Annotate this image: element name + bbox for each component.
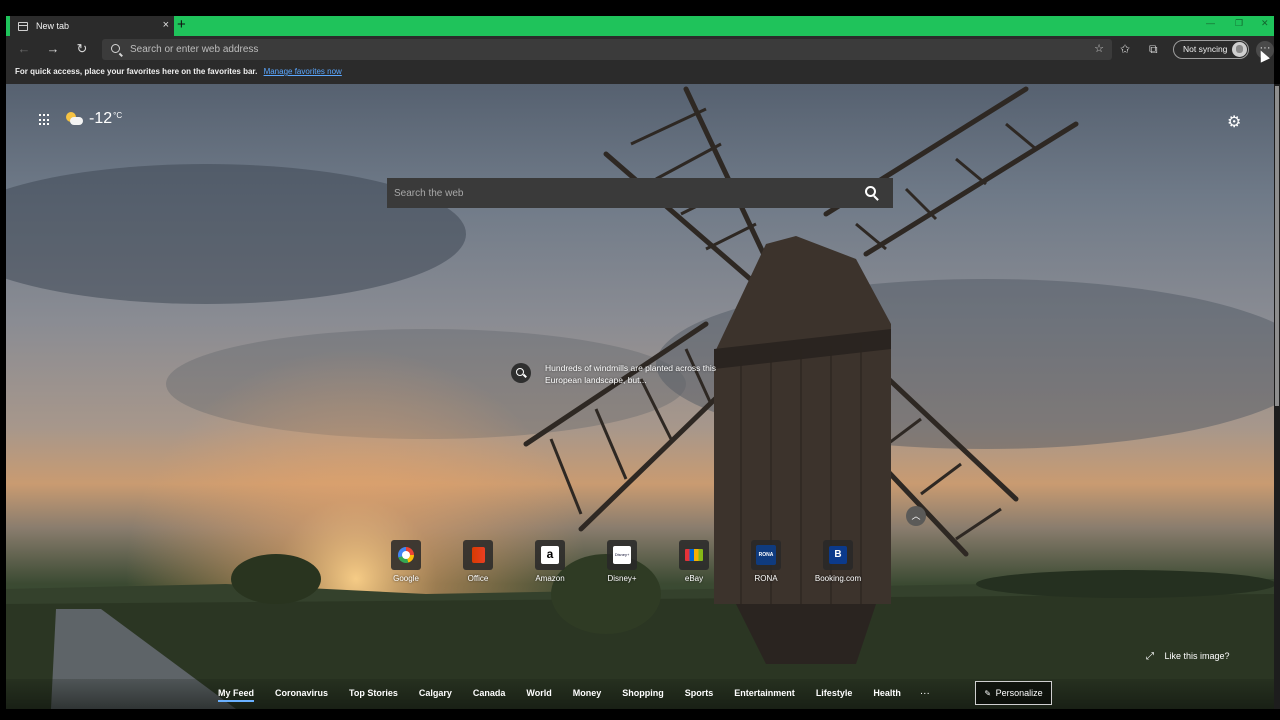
like-image-button[interactable]: ⤢ Like this image? [1146,651,1230,662]
apps-launcher-icon[interactable] [39,114,51,126]
quick-link-label: Amazon [535,574,565,583]
office-logo-icon [471,547,485,563]
restore-button[interactable]: ❐ [1235,18,1243,29]
quick-link-disney[interactable]: Disney+ Disney+ [586,540,658,583]
quick-link-google[interactable]: Google [370,540,442,583]
chevron-up-icon[interactable]: ︿ [906,506,926,526]
weather-widget[interactable]: -12 °C [66,110,122,128]
ebay-logo-icon [685,549,703,561]
close-window-button[interactable]: ✕ [1261,18,1269,29]
partly-sunny-icon [66,112,84,126]
quick-link-label: Google [393,574,419,583]
expand-icon: ⤢ [1146,651,1154,662]
gear-icon[interactable]: ⚙ [1227,112,1241,132]
image-info-hotspot[interactable]: Hundreds of windmills are planted across… [511,362,725,386]
temperature-unit: °C [113,110,123,120]
sync-status-label: Not syncing [1183,44,1228,54]
new-tab-page: -12 °C ⚙ Hundreds of windmills are plant… [6,84,1274,709]
quick-link-rona[interactable]: RONA RONA [730,540,802,583]
feed-tabs: My Feed Coronavirus Top Stories Calgary … [218,688,930,702]
quick-link-label: Booking.com [814,574,862,583]
scrollbar-thumb[interactable] [1275,86,1279,406]
temperature-value: -12 [89,110,113,127]
favorites-bar: For quick access, place your favorites h… [6,63,1274,84]
feed-navigation: My Feed Coronavirus Top Stories Calgary … [6,679,1274,709]
more-tabs-button[interactable]: ··· [920,688,930,702]
web-search-input[interactable] [394,185,834,201]
quick-link-booking[interactable]: B Booking.com [802,540,874,583]
new-tab-button[interactable]: + [177,17,186,33]
rona-logo-icon: RONA [756,545,776,565]
image-description[interactable]: Hundreds of windmills are planted across… [545,362,725,386]
personalize-label: Personalize [995,688,1043,698]
newtab-page-icon [18,21,28,31]
collections-icon[interactable]: ⧉ [1149,42,1158,56]
quick-link-label: RONA [754,574,778,583]
tab-strip: New tab × + — ❐ ✕ [6,16,1274,36]
tab-shopping[interactable]: Shopping [622,688,664,702]
pencil-icon: ✎ [984,689,992,698]
manage-favorites-link[interactable]: Manage favorites now [264,67,342,76]
disney-logo-icon: Disney+ [613,546,631,564]
tab-calgary[interactable]: Calgary [419,688,452,702]
tab-my-feed[interactable]: My Feed [218,688,255,702]
search-icon[interactable] [511,363,531,383]
like-image-label: Like this image? [1164,651,1230,661]
favorites-star-icon[interactable]: ✩ [1120,42,1130,56]
tab-title: New tab [36,21,70,31]
web-search-box[interactable] [387,178,893,208]
refresh-icon[interactable]: ↻ [74,41,90,57]
tab-canada[interactable]: Canada [473,688,506,702]
minimize-button[interactable]: — [1206,18,1215,28]
back-arrow-icon[interactable]: ← [16,41,32,57]
google-logo-icon [398,547,414,563]
amazon-logo-icon: a [541,546,559,564]
quick-links: Google Office a Amazon Disney+ Disney+ e… [370,540,874,583]
tab-health[interactable]: Health [873,688,901,702]
tab-sports[interactable]: Sports [685,688,714,702]
tab-coronavirus[interactable]: Coronavirus [275,688,328,702]
booking-logo-icon: B [829,546,847,564]
tab-money[interactable]: Money [573,688,602,702]
quick-link-amazon[interactable]: a Amazon [514,540,586,583]
tab-lifestyle[interactable]: Lifestyle [816,688,853,702]
quick-link-label: eBay [684,574,704,583]
add-favorite-star-icon[interactable]: ☆ [1094,42,1104,55]
tab-new-tab[interactable]: New tab × [10,16,174,36]
quick-link-label: Disney+ [607,574,637,583]
forward-arrow-icon[interactable]: → [45,41,61,57]
tab-entertainment[interactable]: Entertainment [734,688,795,702]
browser-window: New tab × + — ❐ ✕ ← → ↻ ☆ ✩ ⧉ Not syncin… [0,0,1280,720]
quick-link-label: Office [467,574,489,583]
search-icon [111,44,120,53]
quick-link-office[interactable]: Office [442,540,514,583]
tab-world[interactable]: World [526,688,551,702]
avatar [1232,42,1247,57]
personalize-button[interactable]: ✎ Personalize [975,681,1052,705]
address-input[interactable] [130,41,1030,58]
search-icon[interactable] [865,186,876,197]
profile-sync-button[interactable]: Not syncing [1173,40,1249,59]
address-bar[interactable]: ☆ [102,39,1112,60]
browser-toolbar: ← → ↻ ☆ ✩ ⧉ Not syncing ··· [6,36,1274,63]
tab-close-icon[interactable]: × [163,19,169,31]
quick-link-ebay[interactable]: eBay [658,540,730,583]
favorites-bar-message: For quick access, place your favorites h… [15,67,258,76]
tab-top-stories[interactable]: Top Stories [349,688,398,702]
